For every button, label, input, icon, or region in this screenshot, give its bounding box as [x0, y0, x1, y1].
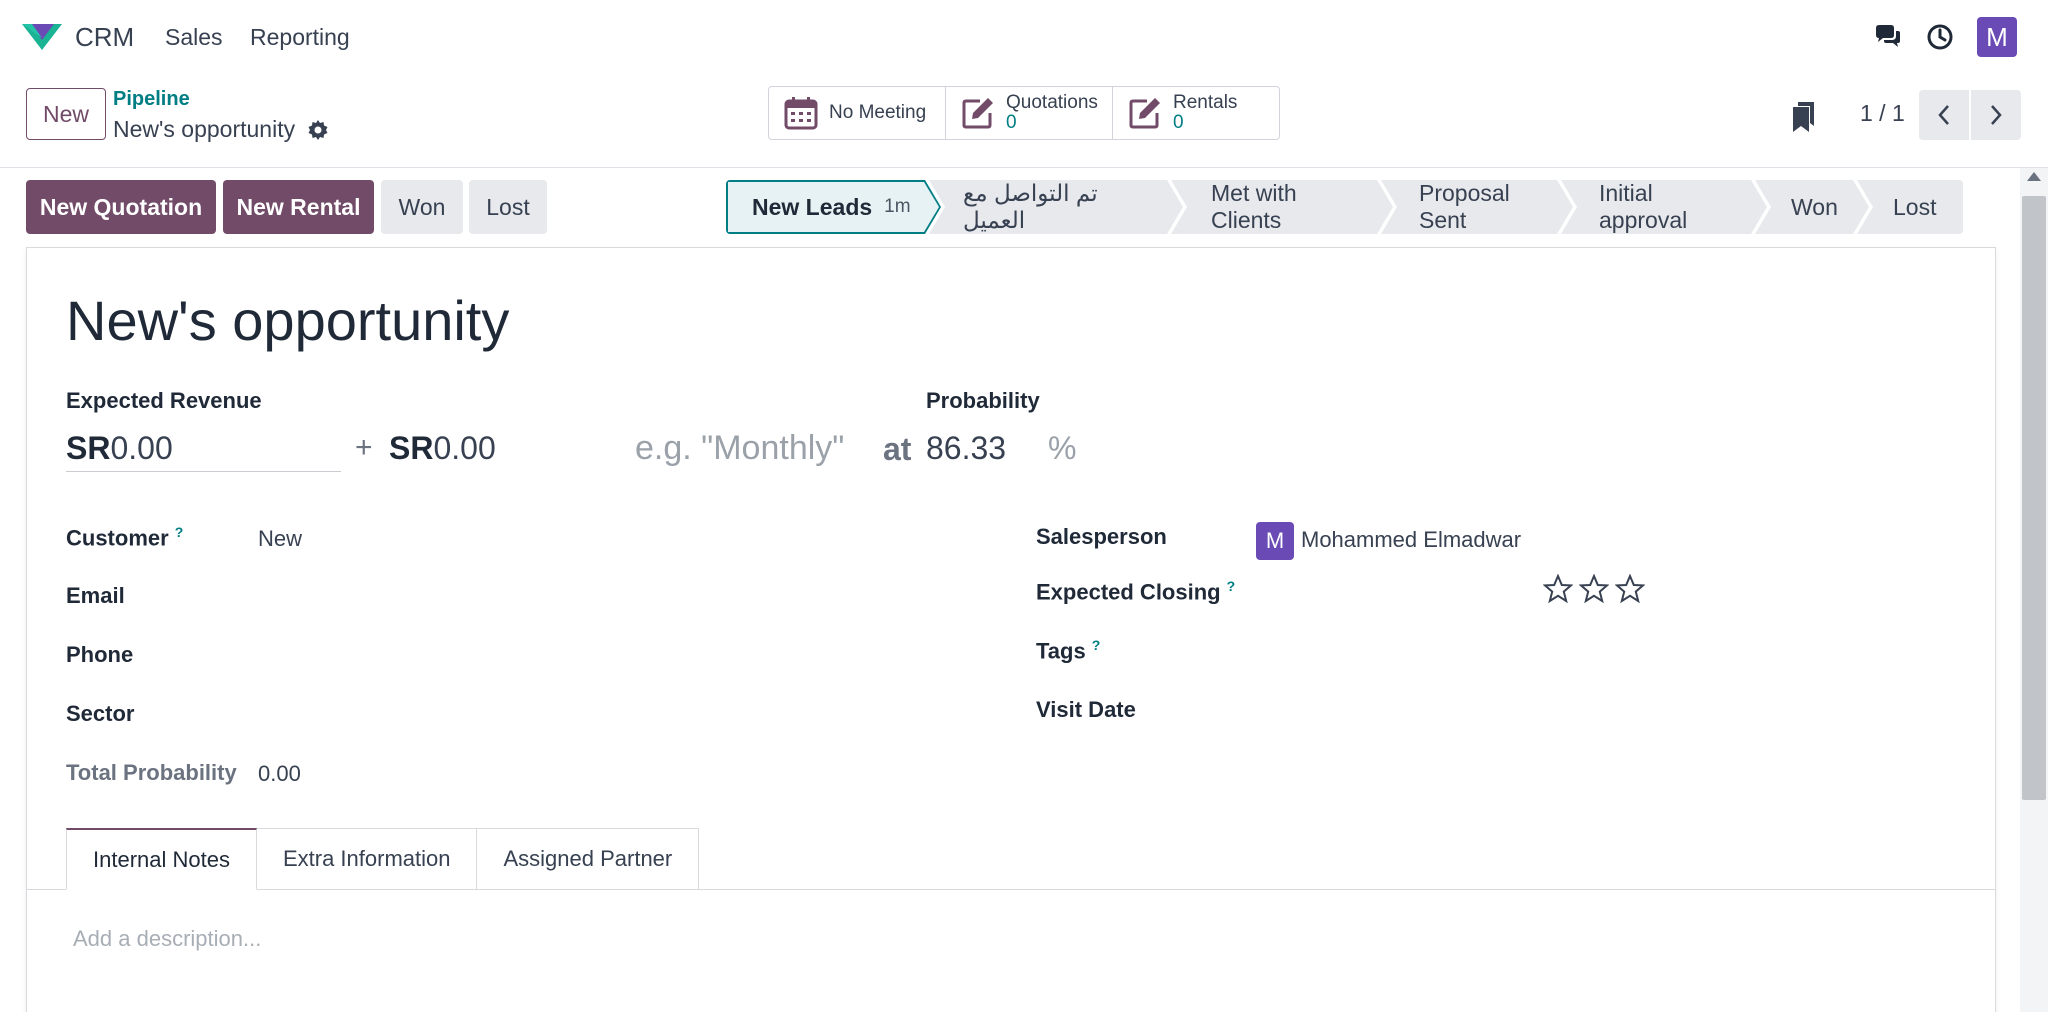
scrollbar-thumb[interactable]	[2022, 196, 2046, 800]
recurring-revenue-input[interactable]: SR0.00	[389, 430, 496, 467]
tab-assigned-partner[interactable]: Assigned Partner	[477, 828, 700, 890]
chat-icon[interactable]	[1873, 22, 1903, 52]
bookmark-icon[interactable]	[1790, 100, 1818, 134]
recurring-plan-input[interactable]: e.g. "Monthly"	[635, 429, 844, 468]
stage-initial-approval[interactable]: Initial approval	[1561, 180, 1767, 234]
clock-icon[interactable]	[1925, 22, 1955, 52]
breadcrumb-current: New's opportunity	[113, 116, 296, 142]
stage-label: Lost	[1893, 193, 1937, 220]
stage-label: Initial approval	[1599, 180, 1688, 233]
star-icon[interactable]	[1615, 574, 1645, 604]
user-avatar[interactable]: M	[1977, 17, 2017, 57]
help-icon[interactable]: ?	[175, 524, 184, 540]
tab-extra-information[interactable]: Extra Information	[256, 828, 478, 890]
rentals-smart-button[interactable]: Rentals 0	[1113, 86, 1280, 140]
description-editor[interactable]: Add a description...	[73, 926, 261, 952]
rentals-count: 0	[1173, 112, 1184, 133]
stage-label: Met with Clients	[1211, 180, 1297, 233]
visit-date-label: Visit Date	[1036, 697, 1136, 722]
breadcrumb-pipeline[interactable]: Pipeline	[113, 88, 190, 111]
form-sheet: New's opportunity Expected Revenue Proba…	[26, 247, 1996, 1012]
quotations-label: Quotations	[1006, 92, 1098, 113]
help-icon[interactable]: ?	[1227, 578, 1236, 594]
stage-label: Proposal Sent	[1419, 180, 1510, 233]
menu-reporting[interactable]: Reporting	[250, 24, 350, 51]
notebook-tabs: Internal Notes Extra Information Assigne…	[66, 828, 700, 890]
rentals-label: Rentals	[1173, 92, 1238, 113]
mark-lost-button[interactable]: Lost	[469, 180, 547, 234]
top-navbar: CRM Sales Reporting M	[0, 0, 2048, 74]
mark-won-button[interactable]: Won	[381, 180, 463, 234]
star-icon[interactable]	[1579, 574, 1609, 604]
status-row: New Quotation New Rental Won Lost New Le…	[0, 168, 2020, 248]
new-quotation-button[interactable]: New Quotation	[26, 180, 216, 234]
quotations-count: 0	[1006, 112, 1017, 133]
visit-date-input[interactable]	[1256, 697, 1956, 725]
stage-new-leads[interactable]: New Leads 1m	[726, 180, 941, 234]
stage-label: Won	[1791, 193, 1838, 220]
currency-symbol: SR	[389, 430, 434, 466]
tags-input[interactable]	[1256, 637, 1956, 665]
plus-sign: +	[355, 431, 373, 464]
sector-input[interactable]	[258, 701, 988, 729]
total-probability-value: 0.00	[258, 761, 301, 786]
pager-previous-button[interactable]	[1919, 90, 1969, 140]
scroll-up-arrow[interactable]	[2027, 172, 2041, 181]
crm-logo-icon[interactable]	[20, 20, 64, 54]
menu-sales[interactable]: Sales	[165, 24, 223, 51]
chevron-left-icon	[1938, 105, 1949, 125]
control-panel: New Pipeline New's opportunity No Meetin…	[0, 74, 2048, 168]
tags-label: Tags?	[1036, 637, 1101, 664]
phone-label: Phone	[66, 642, 134, 667]
expected-revenue-label: Expected Revenue	[66, 388, 262, 413]
expected-closing-label: Expected Closing?	[1036, 578, 1236, 605]
customer-label: Customer?	[66, 524, 184, 551]
gear-icon[interactable]	[306, 118, 330, 142]
revenue-underline	[66, 471, 341, 472]
recurring-revenue-value: 0.00	[433, 430, 496, 466]
salesperson-avatar: M	[1256, 522, 1294, 560]
meeting-smart-button[interactable]: No Meeting	[768, 86, 946, 140]
stage-duration: 1m	[884, 196, 911, 217]
stage-met-with-clients[interactable]: Met with Clients	[1171, 180, 1393, 234]
edit-icon	[962, 98, 993, 129]
pager-value[interactable]: 1 / 1	[1860, 100, 1905, 127]
salesperson-label: Salesperson	[1036, 524, 1167, 549]
probability-input[interactable]: 86.33	[926, 430, 1006, 467]
customer-input[interactable]: New	[258, 526, 302, 552]
expected-revenue-value: 0.00	[110, 430, 173, 466]
new-rental-button[interactable]: New Rental	[223, 180, 374, 234]
star-icon[interactable]	[1543, 574, 1573, 604]
chevron-right-icon	[1991, 105, 2002, 125]
expected-closing-input[interactable]	[1256, 578, 1556, 606]
help-icon[interactable]: ?	[1092, 637, 1101, 653]
stage-lost[interactable]: Lost	[1857, 180, 1963, 234]
edit-icon	[1129, 98, 1160, 129]
quotations-smart-button[interactable]: Quotations 0	[946, 86, 1113, 140]
stage-proposal-sent[interactable]: Proposal Sent	[1381, 180, 1573, 234]
stage-pipeline: New Leads 1m تم التواصل مع العميل Met wi…	[726, 180, 1965, 234]
meeting-label: No Meeting	[829, 102, 927, 123]
tab-internal-notes[interactable]: Internal Notes	[66, 828, 257, 890]
currency-symbol: SR	[66, 430, 111, 466]
expected-revenue-input[interactable]: SR0.00	[66, 430, 173, 467]
total-probability-label: Total Probability	[66, 760, 237, 785]
percent-sign: %	[1048, 430, 1077, 466]
salesperson-input[interactable]: Mohammed Elmadwar	[1301, 527, 1521, 553]
new-record-button[interactable]: New	[26, 88, 106, 140]
at-label: at	[883, 431, 912, 467]
phone-input[interactable]	[258, 642, 988, 670]
stage-label: New Leads	[752, 193, 873, 220]
stage-label: تم التواصل مع العميل	[963, 180, 1098, 233]
probability-label: Probability	[926, 388, 1040, 413]
sector-label: Sector	[66, 701, 135, 726]
calendar-icon	[784, 97, 818, 130]
opportunity-title[interactable]: New's opportunity	[66, 288, 509, 353]
stage-contacted-client[interactable]: تم التواصل مع العميل	[929, 180, 1183, 234]
email-label: Email	[66, 583, 125, 608]
stage-won[interactable]: Won	[1755, 180, 1869, 234]
email-input[interactable]	[258, 583, 988, 611]
pager-next-button[interactable]	[1971, 90, 2021, 140]
app-name[interactable]: CRM	[75, 22, 134, 53]
